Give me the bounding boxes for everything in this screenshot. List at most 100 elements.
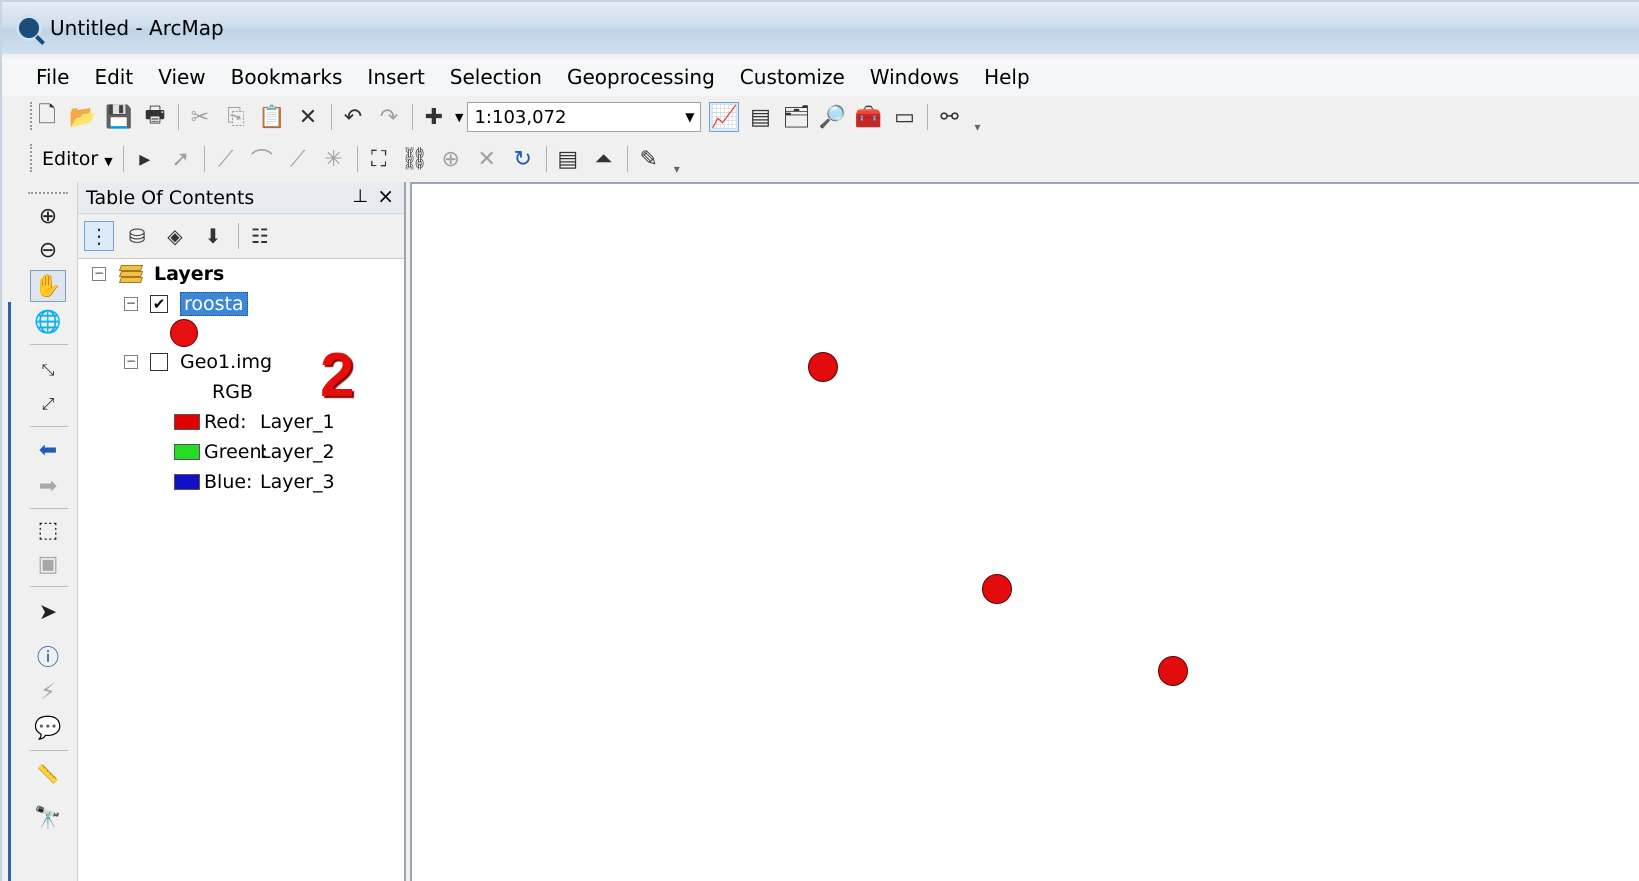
map-point-feature[interactable] xyxy=(1158,656,1188,686)
html-popup-icon[interactable]: 💬 xyxy=(30,712,66,744)
menu-file[interactable]: File xyxy=(36,65,69,89)
add-data-icon[interactable]: ✚ xyxy=(419,102,449,132)
trace-icon[interactable]: ⟋ xyxy=(283,144,313,174)
forward-extent-icon[interactable]: ➡ xyxy=(30,470,66,502)
map-scale-combobox[interactable]: 1:103,072 ▼ xyxy=(467,102,702,132)
arctoolbox-icon[interactable]: 🧰 xyxy=(853,102,883,132)
toolbar-grip[interactable] xyxy=(30,144,33,172)
zoom-out-icon[interactable]: ⊖ xyxy=(30,234,66,266)
map-point-feature[interactable] xyxy=(808,352,838,382)
cut-polygons-icon[interactable]: ⊕ xyxy=(436,144,466,174)
open-folder-icon[interactable]: 📂 xyxy=(68,102,98,132)
fixed-zoom-out-icon[interactable]: ⤢ xyxy=(30,388,66,420)
menu-geoprocessing[interactable]: Geoprocessing xyxy=(567,65,715,89)
collapse-icon[interactable]: − xyxy=(124,297,138,311)
copy-icon[interactable]: ⎘ xyxy=(221,102,251,132)
band-channel: Red: xyxy=(204,411,247,433)
collapse-icon[interactable]: − xyxy=(92,267,106,281)
measure-icon[interactable]: 📏 xyxy=(30,758,66,790)
band-row-blue[interactable]: Blue: Layer_3 xyxy=(174,469,335,495)
toolbar-grip[interactable] xyxy=(28,192,68,194)
collapse-icon[interactable]: − xyxy=(124,355,138,369)
attributes-icon[interactable]: ▤ xyxy=(553,144,583,174)
editor-menu-button[interactable]: Editor ▼ xyxy=(42,148,113,170)
back-extent-icon[interactable]: ⬅ xyxy=(30,434,66,466)
pin-icon[interactable]: ⊥ xyxy=(352,186,368,207)
map-scale-value: 1:103,072 xyxy=(474,106,567,128)
band-row-red[interactable]: Red: Layer_1 xyxy=(174,409,335,435)
editor-toolbar-icon[interactable]: 📈 xyxy=(709,102,740,132)
green-swatch-icon[interactable] xyxy=(174,444,200,460)
menu-insert[interactable]: Insert xyxy=(367,65,424,89)
edit-tool-icon[interactable]: ▸ xyxy=(130,144,160,174)
menu-edit[interactable]: Edit xyxy=(94,65,133,89)
menu-help[interactable]: Help xyxy=(984,65,1030,89)
select-features-icon[interactable]: ⬚ xyxy=(30,514,66,546)
list-by-visibility-icon[interactable]: ◈ xyxy=(160,221,190,251)
layer-name[interactable]: roosta xyxy=(180,292,248,316)
menu-selection[interactable]: Selection xyxy=(450,65,542,89)
select-elements-icon[interactable]: ➤ xyxy=(30,596,66,628)
list-by-drawing-order-icon[interactable]: ⋮ xyxy=(84,221,114,251)
band-row-green[interactable]: Green: Layer_2 xyxy=(174,439,335,465)
clear-selection-icon[interactable]: ▣ xyxy=(30,548,66,580)
layers-root-row[interactable]: − Layers xyxy=(92,261,224,287)
menu-windows[interactable]: Windows xyxy=(870,65,959,89)
search-window-icon[interactable]: 🔎 xyxy=(817,102,847,132)
band-channel: Blue: xyxy=(204,471,253,493)
layer-name[interactable]: Geo1.img xyxy=(180,351,272,373)
modelbuilder-icon[interactable]: ⚯ xyxy=(934,102,964,132)
straight-segment-icon[interactable]: ⟋ xyxy=(211,144,241,174)
delete-icon[interactable]: ✕ xyxy=(293,102,323,132)
list-by-selection-icon[interactable]: ⬇ xyxy=(198,221,228,251)
toolbar-overflow-icon[interactable]: ▾ xyxy=(674,162,680,176)
table-of-contents-icon[interactable]: ▤ xyxy=(745,102,775,132)
toolbar-grip[interactable] xyxy=(30,102,33,130)
identify-icon[interactable]: ⓘ xyxy=(30,640,66,672)
split-tool-icon[interactable]: ✕ xyxy=(472,144,502,174)
menu-bar: File Edit View Bookmarks Insert Selectio… xyxy=(2,58,1639,96)
create-features-icon[interactable]: ✎ xyxy=(634,144,664,174)
point-symbol-icon[interactable] xyxy=(170,319,198,347)
chevron-down-icon[interactable]: ▼ xyxy=(685,110,694,124)
list-by-source-icon[interactable]: ⛁ xyxy=(122,221,152,251)
blue-swatch-icon[interactable] xyxy=(174,474,200,490)
redo-icon[interactable]: ↷ xyxy=(374,102,404,132)
options-icon[interactable]: ☷ xyxy=(245,221,275,251)
save-icon[interactable]: 💾 xyxy=(104,102,134,132)
reshape-feature-icon[interactable]: ⛓ xyxy=(400,144,430,174)
menu-customize[interactable]: Customize xyxy=(740,65,845,89)
edit-vertices-icon[interactable]: ⛶ xyxy=(364,144,394,174)
menu-view[interactable]: View xyxy=(158,65,205,89)
layer-visibility-checkbox[interactable] xyxy=(150,353,168,371)
python-window-icon[interactable]: ▭ xyxy=(889,102,919,132)
hyperlink-icon[interactable]: ⚡ xyxy=(30,676,66,708)
full-extent-icon[interactable]: 🌐 xyxy=(30,306,66,338)
layer-visibility-checkbox[interactable]: ✔ xyxy=(150,295,168,313)
tools-divider xyxy=(30,586,68,587)
cut-icon[interactable]: ✂ xyxy=(185,102,215,132)
layer-row-geo1[interactable]: − Geo1.img xyxy=(124,349,272,375)
add-data-dropdown-icon[interactable]: ▼ xyxy=(455,111,463,124)
print-icon[interactable]: 🖶 xyxy=(140,102,170,132)
sketch-properties-icon[interactable]: ⏶ xyxy=(589,144,619,174)
end-point-arc-icon[interactable]: ⌒ xyxy=(247,144,277,174)
close-icon[interactable]: × xyxy=(377,184,394,208)
new-document-icon[interactable]: 🗋 xyxy=(32,102,62,132)
map-point-feature[interactable] xyxy=(982,574,1012,604)
toolbar-overflow-icon[interactable]: ▾ xyxy=(974,120,980,134)
map-display[interactable] xyxy=(410,182,1639,881)
zoom-in-icon[interactable]: ⊕ xyxy=(30,200,66,232)
point-icon[interactable]: ✳ xyxy=(319,144,349,174)
rotate-tool-icon[interactable]: ↻ xyxy=(508,144,538,174)
red-swatch-icon[interactable] xyxy=(174,414,200,430)
pan-icon[interactable]: ✋ xyxy=(30,270,66,302)
catalog-window-icon[interactable]: 🗂 xyxy=(781,102,811,132)
fixed-zoom-in-icon[interactable]: ⤡ xyxy=(30,354,66,386)
edit-annotation-icon[interactable]: ➚ xyxy=(166,144,196,174)
menu-bookmarks[interactable]: Bookmarks xyxy=(231,65,343,89)
layer-row-roosta[interactable]: − ✔ roosta xyxy=(124,291,248,317)
undo-icon[interactable]: ↶ xyxy=(338,102,368,132)
paste-icon[interactable]: 📋 xyxy=(257,102,287,132)
find-icon[interactable]: 🔭 xyxy=(30,802,66,834)
